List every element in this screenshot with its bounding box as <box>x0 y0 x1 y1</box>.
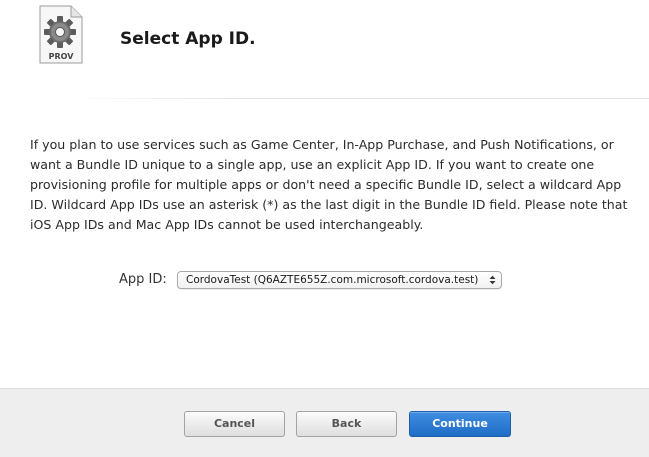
app-id-description: If you plan to use services such as Game… <box>30 137 628 232</box>
updown-chevron-icon <box>489 275 496 285</box>
provisioning-profile-icon: PROV <box>37 5 83 64</box>
cancel-button[interactable]: Cancel <box>184 411 285 437</box>
back-button[interactable]: Back <box>296 411 397 437</box>
header-divider <box>60 98 649 99</box>
app-id-select[interactable]: CordovaTest (Q6AZTE655Z.com.microsoft.co… <box>177 271 502 289</box>
prov-icon-label: PROV <box>49 52 75 61</box>
select-app-id-page: PROV Select App ID. If you plan to use s… <box>0 0 649 457</box>
page-title: Select App ID. <box>120 29 256 49</box>
header: PROV Select App ID. <box>0 0 649 98</box>
app-id-select-value: CordovaTest (Q6AZTE655Z.com.microsoft.co… <box>186 274 479 286</box>
app-id-label: App ID: <box>119 272 167 287</box>
continue-button[interactable]: Continue <box>409 411 511 437</box>
footer-bar: Cancel Back Continue <box>0 388 649 457</box>
